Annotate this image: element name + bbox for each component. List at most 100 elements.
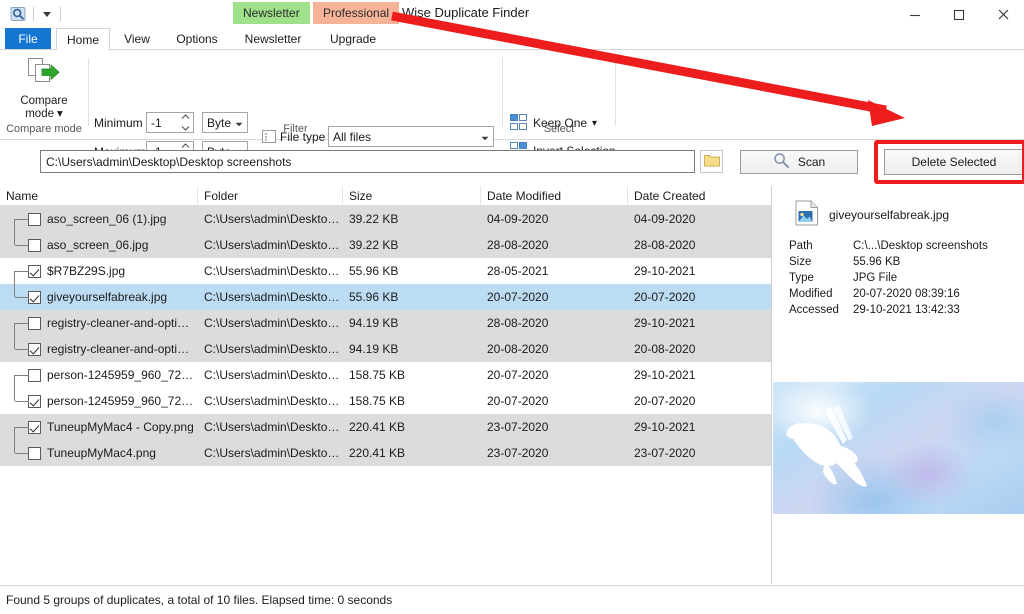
duplicate-group: aso_screen_06 (1).jpg C:\Users\admin\Desk…	[0, 206, 771, 258]
promo-tab-newsletter[interactable]: Newsletter	[233, 2, 310, 24]
promo-tab-professional[interactable]: Professional	[313, 2, 400, 24]
row-checkbox[interactable]	[28, 291, 41, 304]
column-header-folder[interactable]: Folder	[198, 186, 343, 206]
table-row[interactable]: aso_screen_06 (1).jpg C:\Users\admin\Desk…	[0, 206, 771, 232]
details-field-value: JPG File	[853, 272, 898, 284]
status-bar: Found 5 groups of duplicates, a total of…	[0, 585, 1024, 614]
cell-created: 29-10-2021	[634, 368, 696, 382]
minimize-button[interactable]	[892, 0, 938, 29]
details-field-key: Size	[789, 256, 812, 268]
row-checkbox[interactable]	[28, 421, 41, 434]
qat-separator-1	[33, 7, 34, 21]
table-row[interactable]: registry-cleaner-and-optimi... C:\Users\a…	[0, 336, 771, 362]
details-field: Accessed 29-10-2021 13:42:33	[789, 302, 1024, 318]
cell-modified: 20-08-2020	[487, 342, 549, 356]
cell-name: aso_screen_06.jpg	[47, 238, 149, 252]
cell-size: 220.41 KB	[349, 446, 406, 460]
row-checkbox[interactable]	[28, 395, 41, 408]
close-button[interactable]	[980, 0, 1024, 29]
details-field: Type JPG File	[789, 270, 1024, 286]
cell-folder: C:\Users\admin\Desktop\D...	[204, 316, 341, 330]
tab-home[interactable]: Home	[56, 28, 110, 51]
cell-size: 220.41 KB	[349, 420, 406, 434]
tab-file[interactable]: File	[5, 28, 51, 50]
compare-mode-icon	[26, 56, 62, 92]
qat-dropdown-icon[interactable]	[39, 4, 55, 24]
cell-folder: C:\Users\admin\Desktop\D...	[204, 420, 341, 434]
cell-name: TuneupMyMac4.png	[47, 446, 156, 460]
cell-created: 29-10-2021	[634, 264, 696, 278]
cell-created: 20-08-2020	[634, 342, 696, 356]
column-header-name[interactable]: Name	[0, 186, 198, 206]
cell-name: registry-cleaner-and-optimi...	[47, 316, 196, 330]
app-logo-icon[interactable]	[8, 4, 28, 24]
cell-folder: C:\Users\admin\Desktop\D...	[204, 446, 341, 460]
delete-selected-button[interactable]: Delete Selected	[884, 149, 1024, 175]
cell-modified: 23-07-2020	[487, 420, 549, 434]
cell-name: giveyourselfabreak.jpg	[47, 290, 168, 304]
table-row[interactable]: TuneupMyMac4.png C:\Users\admin\Desktop\D…	[0, 440, 771, 466]
cell-size: 94.19 KB	[349, 316, 399, 330]
duplicate-group: TuneupMyMac4 - Copy.png C:\Users\admin\De…	[0, 414, 771, 466]
cell-name: aso_screen_06 (1).jpg	[47, 212, 167, 226]
row-checkbox[interactable]	[28, 447, 41, 460]
path-input[interactable]: C:\Users\admin\Desktop\Desktop screensho…	[40, 150, 695, 173]
magnifier-icon	[773, 152, 790, 172]
ribbon-group-separator-2	[502, 58, 503, 126]
cell-size: 94.19 KB	[349, 342, 399, 356]
row-checkbox[interactable]	[28, 317, 41, 330]
cell-name: person-1245959_960_720 ...	[47, 368, 196, 382]
ribbon-tabstrip: File Home View Options Newsletter Upgrad…	[0, 28, 1024, 76]
details-field: Size 55.96 KB	[789, 254, 1024, 270]
cell-folder: C:\Users\admin\Desktop\D...	[204, 342, 341, 356]
cell-folder: C:\Users\admin\Desktop\D...	[204, 290, 341, 304]
table-row[interactable]: person-1245959_960_720 ... C:\Users\admin…	[0, 362, 771, 388]
column-header-modified[interactable]: Date Modified	[481, 186, 628, 206]
tab-view[interactable]: View	[112, 28, 162, 50]
ribbon-group-label-compare: Compare mode	[6, 123, 82, 135]
duplicate-group: registry-cleaner-and-optimi... C:\Users\a…	[0, 310, 771, 362]
cell-modified: 28-08-2020	[487, 316, 549, 330]
file-preview-thumbnail	[773, 382, 1024, 514]
cell-modified: 20-07-2020	[487, 290, 549, 304]
maximize-button[interactable]	[936, 0, 982, 29]
row-checkbox[interactable]	[28, 265, 41, 278]
file-details-panel: giveyourselfabreak.jpg Path C:\...\Deskto…	[773, 186, 1024, 584]
table-row[interactable]: aso_screen_06.jpg C:\Users\admin\Desktop\…	[0, 232, 771, 258]
compare-mode-button[interactable]: Compare mode ▾	[8, 56, 80, 124]
details-header: giveyourselfabreak.jpg	[795, 200, 949, 229]
duplicate-file-list[interactable]: Name Folder Size Date Modified Date Created …	[0, 186, 772, 584]
table-row[interactable]: giveyourselfabreak.jpg C:\Users\admin\Des…	[0, 284, 771, 310]
column-header-created[interactable]: Date Created	[628, 186, 771, 206]
details-field-value: 20-07-2020 08:39:16	[853, 288, 960, 300]
table-row[interactable]: TuneupMyMac4 - Copy.png C:\Users\admin\De…	[0, 414, 771, 440]
row-checkbox[interactable]	[28, 213, 41, 226]
application-window: Newsletter Professional Wise Duplicate F…	[0, 0, 1024, 614]
tab-newsletter[interactable]: Newsletter	[233, 28, 313, 50]
details-filename: giveyourselfabreak.jpg	[829, 207, 950, 222]
table-row[interactable]: $R7BZ29S.jpg C:\Users\admin\Desktop\D... 5…	[0, 258, 771, 284]
tab-upgrade[interactable]: Upgrade	[314, 28, 392, 50]
cell-modified: 20-07-2020	[487, 394, 549, 408]
cell-created: 20-07-2020	[634, 290, 696, 304]
row-checkbox[interactable]	[28, 343, 41, 356]
tab-options[interactable]: Options	[165, 28, 229, 50]
details-field-value: 55.96 KB	[853, 256, 901, 268]
details-field-key: Type	[789, 272, 814, 284]
cell-created: 29-10-2021	[634, 420, 696, 434]
row-checkbox[interactable]	[28, 369, 41, 382]
row-checkbox[interactable]	[28, 239, 41, 252]
scan-button[interactable]: Scan	[740, 150, 858, 174]
cell-size: 55.96 KB	[349, 290, 399, 304]
compare-mode-label-line2: mode ▾	[25, 108, 63, 120]
delete-selected-label: Delete Selected	[911, 155, 997, 169]
browse-folder-button[interactable]	[700, 150, 723, 173]
cell-folder: C:\Users\admin\Desktop\D...	[204, 394, 341, 408]
scan-label: Scan	[797, 155, 826, 169]
table-row[interactable]: registry-cleaner-and-optimi... C:\Users\a…	[0, 310, 771, 336]
cell-created: 20-07-2020	[634, 394, 696, 408]
details-field-key: Accessed	[789, 304, 839, 316]
table-row[interactable]: person-1245959_960_720 ... C:\Users\admin…	[0, 388, 771, 414]
column-header-size[interactable]: Size	[343, 186, 481, 206]
ribbon-panel: Compare mode▾ Compare mode Minimum Byte …	[0, 50, 1024, 162]
